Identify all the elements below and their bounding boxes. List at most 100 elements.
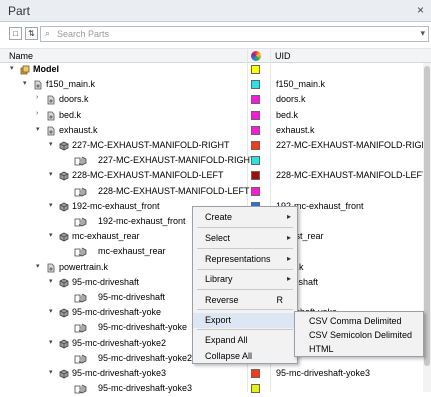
tree-row[interactable]: ▾ 227-MC-EXHAUST-MANIFOLD-RIGHT 227-MC-EXH… bbox=[0, 139, 428, 154]
column-name[interactable]: Name bbox=[9, 51, 33, 61]
file-icon bbox=[46, 126, 55, 136]
collapsed-arrow-icon[interactable]: › bbox=[36, 110, 38, 117]
menu-item-reverse[interactable]: Reverse R bbox=[193, 293, 297, 308]
color-swatch[interactable] bbox=[251, 95, 260, 105]
color-swatch[interactable] bbox=[251, 186, 260, 196]
tree-row-label: 192-mc-exhaust_front bbox=[72, 200, 160, 211]
color-swatch[interactable] bbox=[251, 369, 260, 378]
part-icon bbox=[59, 171, 69, 181]
export-option[interactable]: HTML bbox=[295, 342, 423, 356]
tree-row[interactable]: ▾ 95-mc-driveshaft-yoke3 95-mc-driveshaft-… bbox=[0, 367, 423, 382]
expand-arrow-icon[interactable]: ▾ bbox=[49, 231, 53, 239]
export-option[interactable]: CSV Semicolon Delimited bbox=[295, 328, 423, 342]
menu-item-label: Export bbox=[205, 315, 232, 325]
tree-row[interactable]: ▾ 228-MC-EXHAUST-MANIFOLD-LEFT 228-MC-EXHA… bbox=[0, 169, 428, 184]
comp-icon bbox=[74, 354, 87, 364]
menu-item-export[interactable]: Export bbox=[193, 313, 297, 328]
expand-arrow-icon[interactable]: ▾ bbox=[49, 140, 53, 148]
color-swatch[interactable] bbox=[251, 80, 260, 90]
search-options-dropdown[interactable]: ▾ bbox=[420, 28, 425, 39]
color-swatch[interactable] bbox=[251, 110, 260, 120]
expand-arrow-icon[interactable]: ▾ bbox=[36, 125, 40, 133]
tree-row-label: 227-MC-EXHAUST-MANIFOLD-RIGHT bbox=[72, 140, 230, 150]
tree-row[interactable]: ▾ Model bbox=[0, 63, 423, 78]
menu-item-select[interactable]: Select ▸ bbox=[193, 231, 297, 246]
select-all-button[interactable]: □ bbox=[9, 27, 22, 40]
search-input[interactable]: ⌕ Search Parts ▾ bbox=[40, 26, 429, 42]
file-icon bbox=[46, 95, 55, 105]
menu-item-label: Expand All bbox=[205, 335, 248, 345]
expand-arrow-icon[interactable]: ▾ bbox=[49, 338, 53, 346]
export-option-label: CSV Semicolon Delimited bbox=[309, 330, 413, 340]
menu-separator bbox=[197, 227, 293, 228]
tree-row[interactable]: › bed.k bed.k bbox=[0, 109, 423, 124]
vertical-scrollbar[interactable] bbox=[423, 63, 431, 392]
menu-item-collapse-all[interactable]: Collapse All bbox=[193, 349, 297, 364]
export-submenu: CSV Comma Delimited CSV Semicolon Delimit… bbox=[294, 311, 424, 357]
close-icon[interactable]: × bbox=[417, 3, 424, 17]
context-menu: Create ▸ Select ▸ Representations ▸ Library ▸ Re… bbox=[192, 206, 298, 364]
comp-icon bbox=[74, 187, 87, 197]
submenu-arrow-icon: ▸ bbox=[286, 274, 291, 283]
expand-arrow-icon[interactable]: ▾ bbox=[49, 170, 53, 178]
part-icon bbox=[59, 369, 69, 379]
color-swatch[interactable] bbox=[251, 125, 260, 135]
comp-icon bbox=[74, 217, 87, 227]
part-icon bbox=[59, 202, 69, 212]
tree-row-label: 227-MC-EXHAUST-MANIFOLD-RIGHT bbox=[98, 155, 256, 166]
color-swatch[interactable] bbox=[251, 171, 260, 181]
tree-row-uid: 228-MC-EXHAUST-MANIFOLD-LEFT bbox=[276, 170, 428, 181]
expand-arrow-icon[interactable]: ▾ bbox=[49, 277, 53, 285]
tree-row-label: mc-exhaust_rear bbox=[72, 231, 140, 242]
sort-button[interactable]: ⇅ bbox=[25, 27, 38, 40]
part-icon bbox=[59, 278, 69, 288]
expand-arrow-icon[interactable]: ▾ bbox=[49, 307, 53, 315]
expand-arrow-icon[interactable]: ▾ bbox=[23, 79, 27, 87]
tree-row-label: exhaust.k bbox=[59, 124, 98, 135]
part-icon bbox=[59, 308, 69, 318]
export-option-label: HTML bbox=[309, 344, 334, 354]
tree-row[interactable]: 228-MC-EXHAUST-MANIFOLD-LEFT bbox=[0, 185, 423, 200]
toolbar: □ ⇅ ⌕ Search Parts ▾ bbox=[0, 23, 431, 45]
export-option[interactable]: CSV Comma Delimited bbox=[295, 314, 423, 328]
scrollbar-thumb[interactable] bbox=[424, 66, 430, 366]
tree-row[interactable]: › doors.k doors.k bbox=[0, 93, 423, 108]
submenu-arrow-icon: ▸ bbox=[286, 233, 291, 242]
menu-item-library[interactable]: Library ▸ bbox=[193, 272, 297, 287]
column-uid[interactable]: UID bbox=[275, 51, 291, 61]
menu-item-representations[interactable]: Representations ▸ bbox=[193, 252, 297, 267]
expand-arrow-icon[interactable]: ▾ bbox=[49, 201, 53, 209]
file-icon bbox=[33, 80, 42, 90]
tree-row-label: 95-mc-driveshaft bbox=[72, 276, 140, 287]
tree-row[interactable]: ▾ f150_main.k f150_main.k bbox=[0, 78, 423, 93]
tree-row-label: 228-MC-EXHAUST-MANIFOLD-LEFT bbox=[98, 185, 250, 196]
color-column-icon[interactable] bbox=[251, 51, 261, 61]
color-swatch[interactable] bbox=[251, 65, 260, 74]
tree-row-label: mc-exhaust_rear bbox=[98, 246, 166, 257]
menu-separator bbox=[197, 309, 293, 310]
menu-item-create[interactable]: Create ▸ bbox=[193, 210, 297, 225]
expand-arrow-icon[interactable]: ▾ bbox=[49, 368, 53, 376]
tree-row[interactable]: 95-mc-driveshaft-yoke3 bbox=[0, 382, 423, 397]
tree-row-label: 95-mc-driveshaft-yoke3 bbox=[72, 368, 167, 378]
tree-row-label: 95-mc-driveshaft-yoke2 bbox=[72, 337, 167, 348]
color-swatch[interactable] bbox=[251, 141, 260, 150]
comp-icon bbox=[74, 247, 87, 257]
comp-icon bbox=[74, 293, 87, 303]
color-swatch[interactable] bbox=[251, 156, 260, 166]
tree-row-label: 95-mc-driveshaft-yoke bbox=[98, 322, 188, 333]
tree-row[interactable]: 227-MC-EXHAUST-MANIFOLD-RIGHT bbox=[0, 154, 423, 169]
tree-row[interactable]: ▾ exhaust.k exhaust.k bbox=[0, 124, 423, 139]
tree-row-label: 192-mc-exhaust_front bbox=[98, 216, 186, 226]
tree-row-label: Model bbox=[33, 64, 59, 74]
collapsed-arrow-icon[interactable]: › bbox=[36, 94, 38, 101]
tree-row-label: powertrain.k bbox=[59, 261, 109, 272]
expand-arrow-icon[interactable]: ▾ bbox=[10, 64, 14, 72]
expand-arrow-icon[interactable]: ▾ bbox=[36, 262, 40, 270]
tree-row-label: 95-mc-driveshaft-yoke bbox=[72, 307, 162, 318]
menu-item-expand-all[interactable]: Expand All bbox=[193, 333, 297, 348]
part-icon bbox=[59, 339, 69, 349]
search-placeholder: Search Parts bbox=[57, 29, 110, 39]
tree-row-uid: doors.k bbox=[276, 94, 306, 105]
comp-icon bbox=[74, 156, 87, 166]
